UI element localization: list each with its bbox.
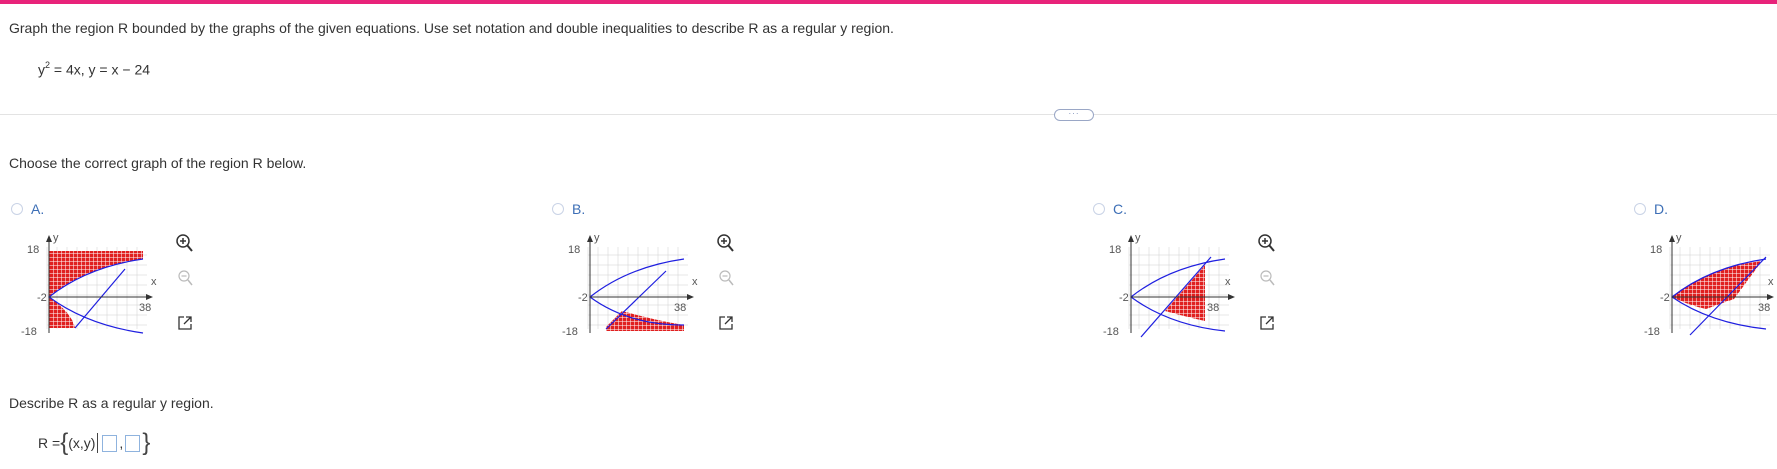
open-brace: { xyxy=(60,429,69,456)
popout-icon[interactable] xyxy=(1259,315,1275,331)
x-axis-label: x xyxy=(1225,276,1231,288)
graph-c: y x 18 -2 -18 38 xyxy=(1103,232,1235,338)
y-axis-label: y xyxy=(1135,232,1141,244)
graph-d: y x 18 -2 -18 38 xyxy=(1644,232,1774,338)
zoom-out-icon[interactable] xyxy=(718,269,734,287)
x-axis-arrow xyxy=(687,294,694,300)
x-tick: 38 xyxy=(139,302,151,314)
show-more-button[interactable]: ··· xyxy=(1054,109,1094,121)
x-axis-arrow xyxy=(1767,294,1774,300)
y-tick-mid: -2 xyxy=(37,292,47,304)
option-a[interactable]: A. y x 18 -2 -18 38 xyxy=(11,201,231,351)
x-axis-arrow xyxy=(146,294,153,300)
problem-instruction: Graph the region R bounded by the graphs… xyxy=(9,20,894,36)
answer-row: R = { (x,y) , } xyxy=(38,430,150,456)
zoom-in-icon[interactable] xyxy=(1257,233,1275,253)
x-axis-label: x xyxy=(1768,276,1774,288)
equation-y: y xyxy=(38,61,45,78)
option-b[interactable]: B. y x 18 -2 -18 38 xyxy=(552,201,772,351)
y-tick-top: 18 xyxy=(1650,244,1662,256)
option-d-label: D. xyxy=(1654,201,1668,217)
radio-button-a[interactable] xyxy=(11,203,23,215)
y-axis-arrow xyxy=(46,235,52,242)
describe-prompt: Describe R as a regular y region. xyxy=(9,395,214,411)
such-that-bar xyxy=(97,433,99,453)
y-inequality-input[interactable] xyxy=(125,434,141,452)
y-tick-bottom: -18 xyxy=(1644,326,1660,338)
y-axis-label: y xyxy=(1676,232,1682,244)
set-variable: (x,y) xyxy=(68,435,96,451)
option-c[interactable]: C. y x 18 -2 -18 38 xyxy=(1093,201,1313,351)
option-a-label: A. xyxy=(31,201,45,217)
choose-prompt: Choose the correct graph of the region R… xyxy=(9,155,307,171)
y-tick-bottom: -18 xyxy=(21,326,37,338)
option-d[interactable]: D. y x 18 -2 -18 38 xyxy=(1634,201,1777,351)
zoom-out-icon[interactable] xyxy=(1259,269,1275,287)
y-axis-label: y xyxy=(594,232,600,244)
y-tick-top: 18 xyxy=(27,244,39,256)
answer-comma: , xyxy=(119,435,124,451)
zoom-in-icon[interactable] xyxy=(716,233,734,253)
option-c-label: C. xyxy=(1113,201,1127,217)
line-curve xyxy=(74,268,126,329)
x-axis-arrow xyxy=(1228,294,1235,300)
section-divider xyxy=(0,114,1777,115)
x-axis-label: x xyxy=(151,276,157,288)
y-tick-mid: -2 xyxy=(1119,292,1129,304)
y-axis-arrow xyxy=(1128,235,1134,242)
x-tick: 38 xyxy=(1758,302,1770,314)
answer-prefix: R = xyxy=(38,435,61,451)
option-b-label: B. xyxy=(572,201,586,217)
y-axis-arrow xyxy=(1669,235,1675,242)
x-tick: 38 xyxy=(1207,302,1219,314)
x-axis-label: x xyxy=(692,276,698,288)
y-tick-mid: -2 xyxy=(1660,292,1670,304)
equation-rest: = 4x, y = x − 24 xyxy=(50,61,151,78)
equation-exponent: 2 xyxy=(45,60,51,70)
graph-a: y x 18 -2 -18 38 xyxy=(21,232,157,338)
radio-button-d[interactable] xyxy=(1634,203,1646,215)
y-tick-bottom: -18 xyxy=(1103,326,1119,338)
y-axis-label: y xyxy=(53,232,59,244)
zoom-in-icon[interactable] xyxy=(175,233,193,253)
y-tick-top: 18 xyxy=(568,244,580,256)
popout-icon[interactable] xyxy=(177,315,193,331)
y-tick-top: 18 xyxy=(1109,244,1121,256)
radio-button-b[interactable] xyxy=(552,203,564,215)
graph-b: y x 18 -2 -18 38 xyxy=(562,232,698,338)
x-tick: 38 xyxy=(674,302,686,314)
radio-button-c[interactable] xyxy=(1093,203,1105,215)
x-inequality-input[interactable] xyxy=(102,434,118,452)
y-tick-bottom: -18 xyxy=(562,326,578,338)
shaded-region xyxy=(49,251,143,328)
problem-equations: y2 = 4x, y = x − 24 xyxy=(38,60,151,78)
close-brace: } xyxy=(142,429,151,456)
top-accent-bar xyxy=(0,0,1777,4)
y-axis-arrow xyxy=(587,235,593,242)
zoom-out-icon[interactable] xyxy=(177,269,193,287)
popout-icon[interactable] xyxy=(718,315,734,331)
y-tick-mid: -2 xyxy=(578,292,588,304)
